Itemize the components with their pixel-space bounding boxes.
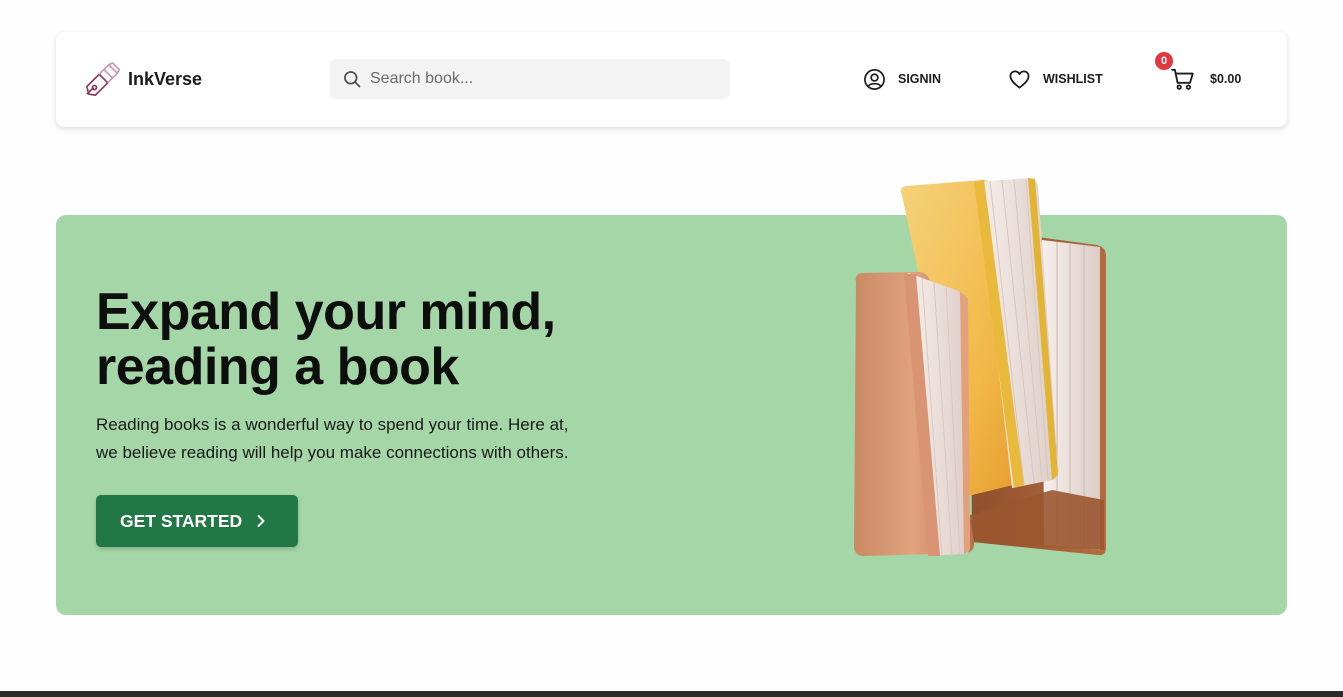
cart-total: $0.00	[1210, 72, 1242, 86]
cart-count-badge: 0	[1155, 52, 1173, 70]
user-circle-icon	[864, 68, 885, 90]
wishlist-link[interactable]: WISHLIST	[1008, 66, 1103, 92]
hero-description: Reading books is a wonderful way to spen…	[96, 411, 656, 467]
signin-link[interactable]: SIGNIN	[863, 66, 941, 92]
wishlist-label: WISHLIST	[1043, 72, 1103, 86]
window-bottom-edge	[0, 691, 1343, 697]
get-started-label: GET STARTED	[120, 510, 243, 531]
chevron-right-icon	[257, 515, 265, 527]
pen-nib-icon	[85, 61, 121, 97]
hero-title-line-2: reading a book	[96, 338, 459, 396]
search-input[interactable]	[370, 70, 710, 88]
hero-description-line-2: we believe reading will help you make co…	[96, 443, 569, 462]
shopping-cart-icon	[1171, 68, 1194, 90]
brand-logo[interactable]: InkVerse	[84, 59, 202, 99]
hero-title-line-1: Expand your mind,	[96, 283, 556, 341]
search-icon	[344, 71, 361, 88]
site-header: InkVerse SIGNIN WISHLIST 0	[56, 32, 1287, 127]
terracotta-book	[854, 272, 975, 557]
stacked-books-illustration	[854, 178, 1106, 557]
hero-description-line-1: Reading books is a wonderful way to spen…	[96, 415, 569, 434]
cart-link[interactable]: 0 $0.00	[1155, 52, 1242, 92]
signin-label: SIGNIN	[898, 72, 942, 86]
get-started-button[interactable]: GET STARTED	[96, 495, 298, 547]
search-bar	[330, 59, 730, 99]
hero-title: Expand your mind, reading a book	[96, 285, 696, 395]
cart-icon-wrapper: 0	[1155, 52, 1196, 92]
brand-name: InkVerse	[128, 68, 203, 89]
heart-icon	[1009, 69, 1030, 89]
